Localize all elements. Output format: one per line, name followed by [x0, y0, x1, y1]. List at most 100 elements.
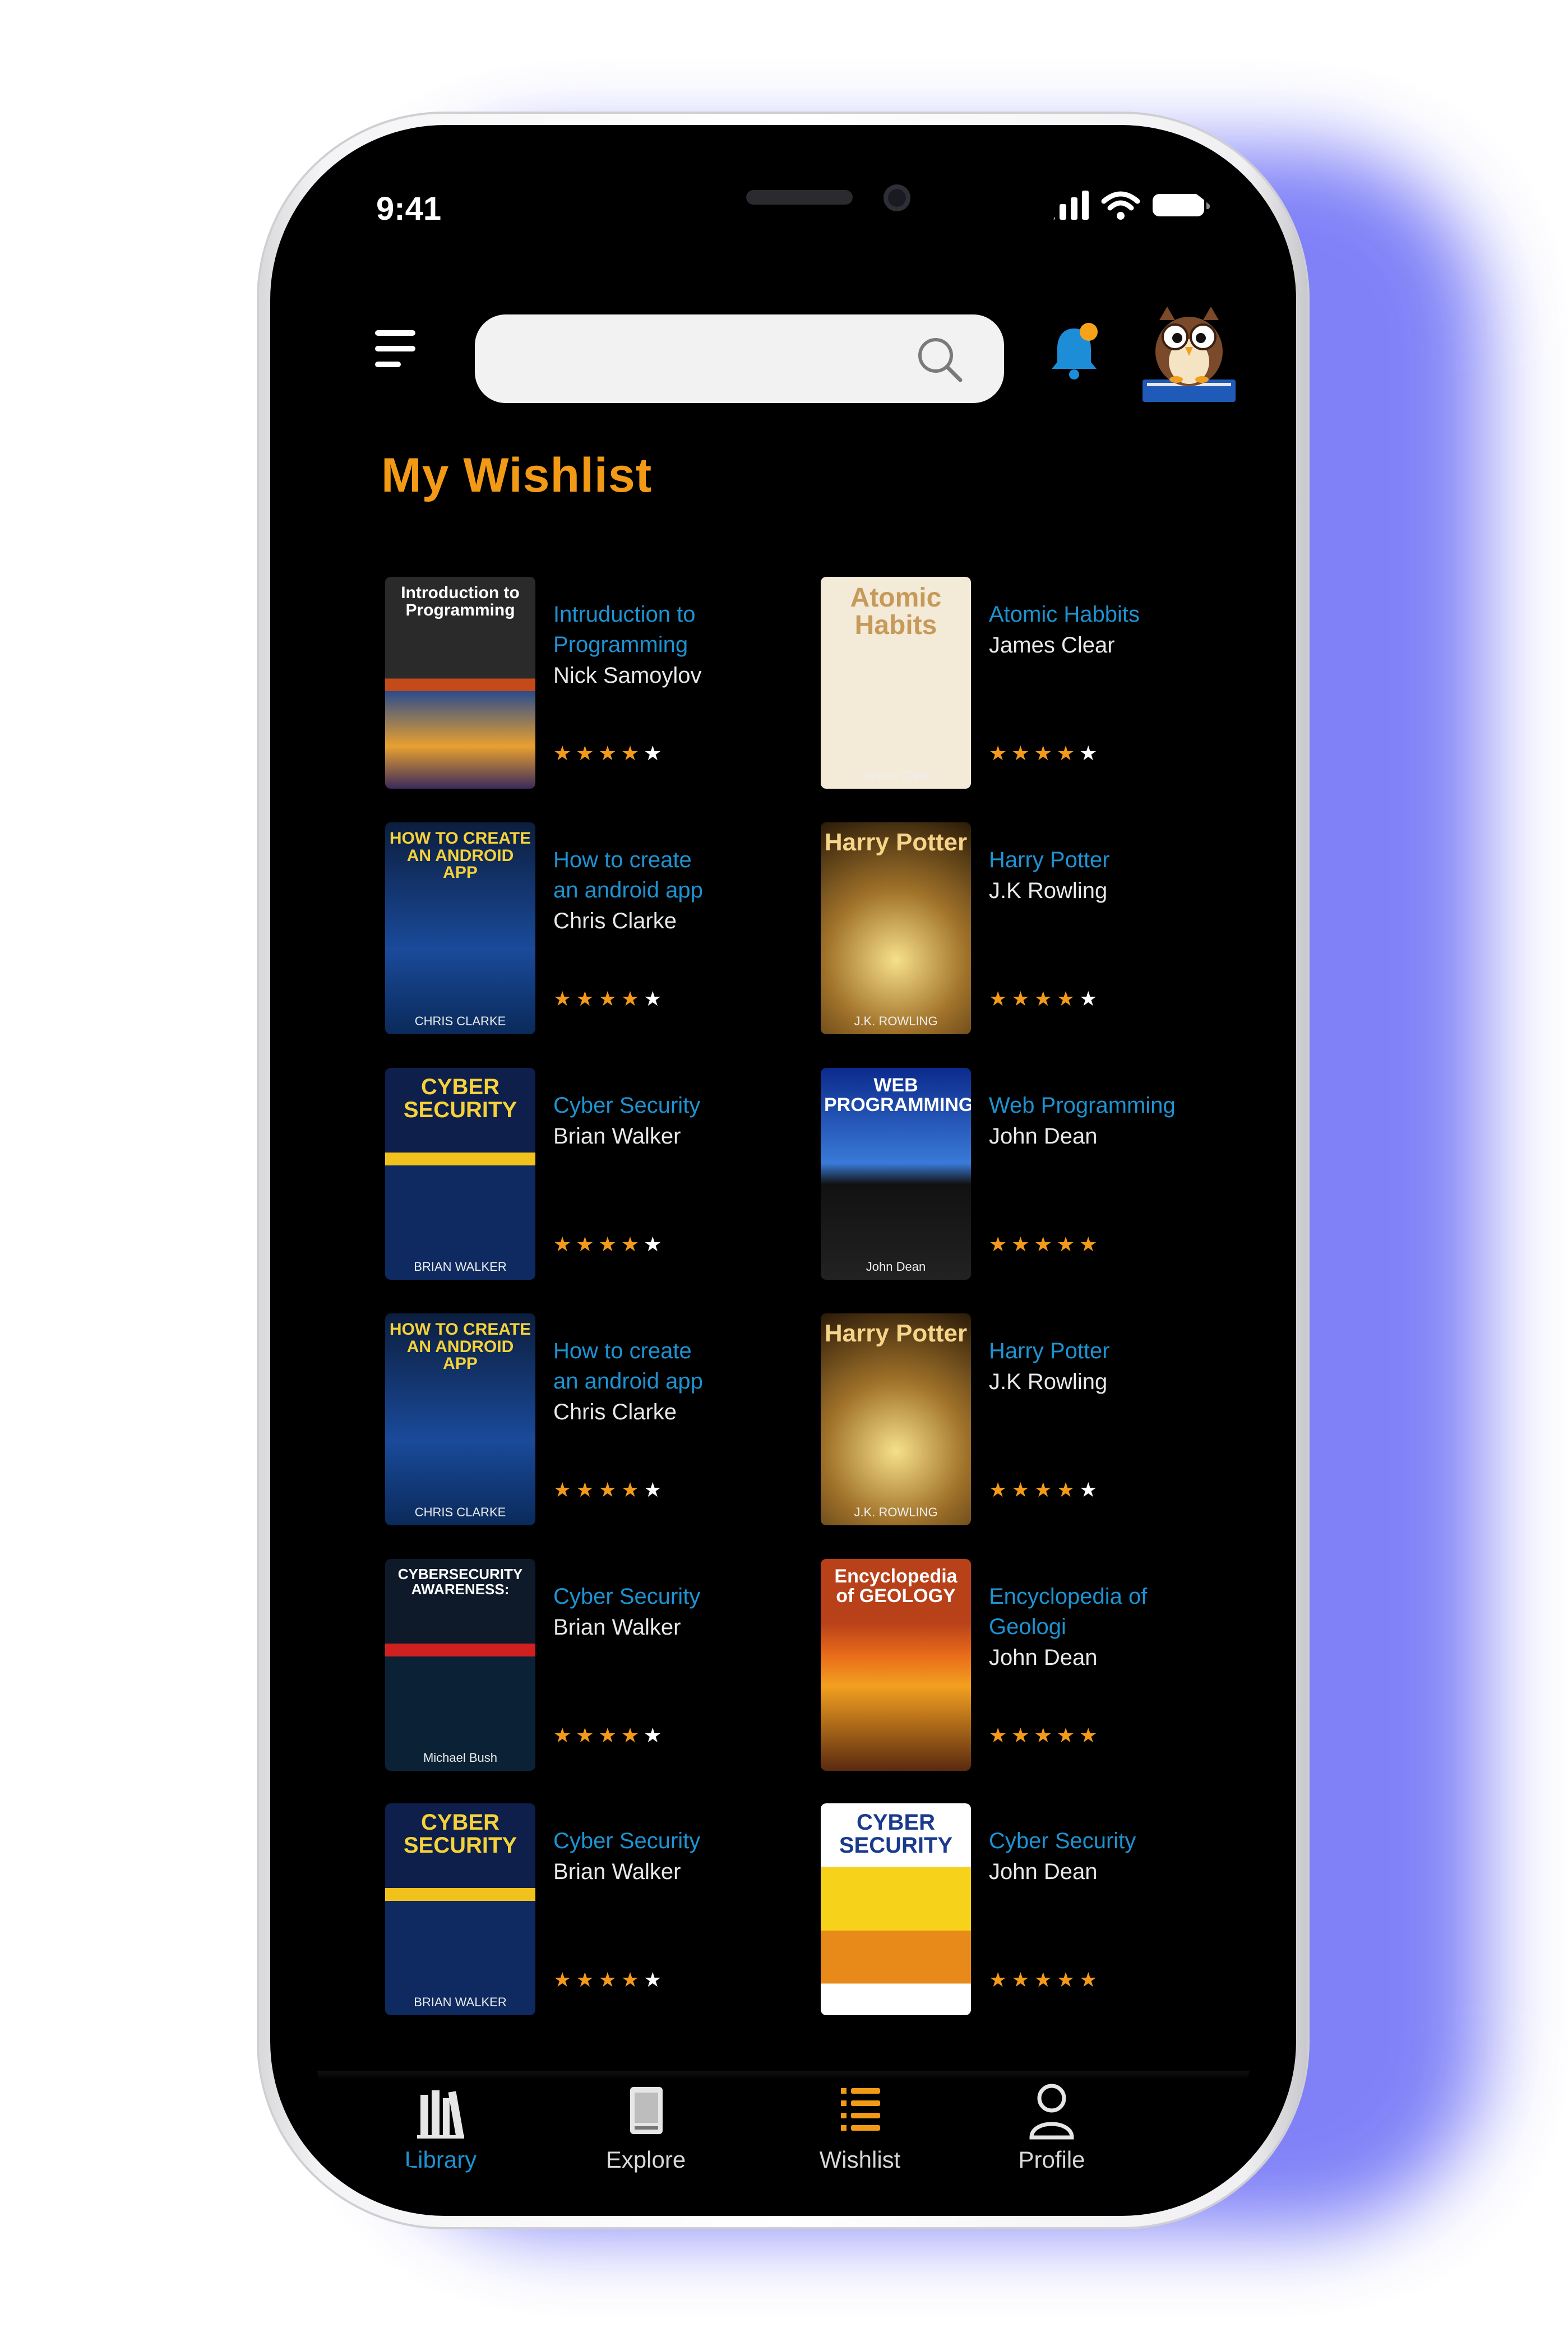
- book-title[interactable]: an android app: [553, 1366, 766, 1396]
- star-icon: ★: [644, 1233, 667, 1256]
- book-cover[interactable]: Atomic Habits James Clear: [821, 577, 971, 789]
- star-icon: ★: [553, 987, 576, 1010]
- book-item[interactable]: Harry Potter J.K. ROWLING Harry Potter J.K …: [821, 1313, 1185, 1526]
- search-icon[interactable]: [914, 334, 965, 385]
- book-title[interactable]: Geologi: [989, 1612, 1202, 1642]
- book-info: Intruduction to Programming Nick Samoylov: [553, 599, 766, 691]
- book-cover[interactable]: CYBER SECURITY: [821, 1803, 971, 2015]
- book-title[interactable]: an android app: [553, 875, 766, 905]
- book-title[interactable]: Intruduction to: [553, 599, 766, 630]
- menu-button[interactable]: [375, 330, 420, 369]
- book-info: Cyber Security Brian Walker: [553, 1581, 766, 1643]
- star-icon: ★: [621, 1233, 644, 1256]
- book-info: Cyber Security Brian Walker: [553, 1826, 766, 1887]
- book-item[interactable]: Harry Potter J.K. ROWLING Harry Potter J.K …: [821, 822, 1185, 1035]
- star-icon: ★: [553, 1233, 576, 1256]
- star-icon: ★: [598, 1233, 621, 1256]
- star-icon: ★: [1034, 742, 1057, 765]
- star-icon: ★: [621, 1478, 644, 1501]
- book-cover[interactable]: Harry Potter J.K. ROWLING: [821, 822, 971, 1034]
- book-item[interactable]: CYBER SECURITY BRIAN WALKER Cyber Security…: [385, 1803, 750, 2016]
- book-info: Harry Potter J.K Rowling: [989, 1336, 1202, 1397]
- book-cover[interactable]: CYBER SECURITY BRIAN WALKER: [385, 1068, 535, 1280]
- nav-tab-explore[interactable]: Explore: [579, 2079, 713, 2173]
- star-icon: ★: [644, 1724, 667, 1747]
- book-cover-author: Michael Bush: [423, 1751, 498, 1765]
- book-cover-title: CYBER SECURITY: [839, 1810, 953, 1858]
- book-cover-title: HOW TO CREATE AN ANDROID APP: [389, 829, 531, 882]
- book-title[interactable]: Harry Potter: [989, 1336, 1202, 1366]
- star-icon: ★: [989, 1478, 1012, 1501]
- book-title[interactable]: Web Programming: [989, 1090, 1202, 1121]
- star-icon: ★: [644, 987, 667, 1010]
- book-cover[interactable]: HOW TO CREATE AN ANDROID APP CHRIS CLARKE: [385, 822, 535, 1034]
- user-icon: [1029, 2084, 1074, 2140]
- star-icon: ★: [553, 1478, 576, 1501]
- book-author: James Clear: [989, 633, 1115, 658]
- book-item[interactable]: HOW TO CREATE AN ANDROID APP CHRIS CLARKE…: [385, 822, 750, 1035]
- search-bar[interactable]: [475, 314, 1004, 403]
- book-title[interactable]: How to create: [553, 845, 766, 875]
- star-icon: ★: [598, 742, 621, 765]
- book-author: Nick Samoylov: [553, 663, 702, 688]
- book-info: Atomic Habbits James Clear: [989, 599, 1202, 661]
- book-item[interactable]: CYBERSECURITY AWARENESS: Michael Bush Cybe…: [385, 1559, 750, 1772]
- nav-label-wishlist: Wishlist: [819, 2146, 901, 2173]
- star-icon: ★: [576, 742, 599, 765]
- star-icon: ★: [553, 742, 576, 765]
- notification-bell-icon[interactable]: [1047, 321, 1101, 380]
- book-item[interactable]: Atomic Habits James Clear Atomic Habbits Ja…: [821, 577, 1185, 790]
- book-item[interactable]: CYBER SECURITY BRIAN WALKER Cyber Security…: [385, 1068, 750, 1281]
- book-cover[interactable]: Encyclopedia of GEOLOGY: [821, 1559, 971, 1771]
- front-camera: [884, 184, 910, 211]
- book-title[interactable]: Cyber Security: [989, 1826, 1202, 1856]
- book-title[interactable]: Harry Potter: [989, 845, 1202, 875]
- search-input[interactable]: [497, 331, 914, 386]
- book-info: Web Programming John Dean: [989, 1090, 1202, 1152]
- book-title[interactable]: Programming: [553, 630, 766, 660]
- book-cover-author: John Dean: [866, 1260, 926, 1274]
- book-cover-title: Encyclopedia of GEOLOGY: [834, 1566, 958, 1607]
- owl-avatar[interactable]: [1136, 295, 1242, 408]
- book-item[interactable]: WEB PROGRAMMING John Dean Web Programming J…: [821, 1068, 1185, 1281]
- book-author: J.K Rowling: [989, 1369, 1108, 1394]
- star-icon: ★: [576, 987, 599, 1010]
- book-item[interactable]: CYBER SECURITY Cyber Security John Dean ★★★…: [821, 1803, 1185, 2016]
- book-title[interactable]: Cyber Security: [553, 1090, 766, 1121]
- book-title[interactable]: Encyclopedia of: [989, 1581, 1202, 1612]
- book-item[interactable]: HOW TO CREATE AN ANDROID APP CHRIS CLARKE…: [385, 1313, 750, 1526]
- star-rating: ★★★★★: [553, 1724, 666, 1747]
- book-item[interactable]: Encyclopedia of GEOLOGY Encyclopedia of Ge…: [821, 1559, 1185, 1772]
- nav-tab-profile[interactable]: Profile: [984, 2079, 1119, 2173]
- star-icon: ★: [1011, 1478, 1034, 1501]
- book-cover[interactable]: CYBER SECURITY BRIAN WALKER: [385, 1803, 535, 2015]
- book-cover[interactable]: Harry Potter J.K. ROWLING: [821, 1313, 971, 1525]
- book-cover-title: Introduction to Programming: [401, 584, 520, 619]
- nav-tab-wishlist[interactable]: Wishlist: [793, 2079, 927, 2173]
- book-title[interactable]: How to create: [553, 1336, 766, 1366]
- book-info: Cyber Security John Dean: [989, 1826, 1202, 1887]
- book-info: Encyclopedia of Geologi John Dean: [989, 1581, 1202, 1673]
- book-item[interactable]: Introduction to Programming Intruduction …: [385, 577, 750, 790]
- book-cover[interactable]: HOW TO CREATE AN ANDROID APP CHRIS CLARKE: [385, 1313, 535, 1525]
- book-author: John Dean: [989, 1124, 1098, 1149]
- book-title[interactable]: Cyber Security: [553, 1826, 766, 1856]
- book-cover[interactable]: Introduction to Programming: [385, 577, 535, 789]
- book-cover[interactable]: WEB PROGRAMMING John Dean: [821, 1068, 971, 1280]
- book-cover-title: Atomic Habits: [850, 583, 942, 640]
- book-icon: [630, 2087, 663, 2134]
- star-icon: ★: [1011, 1724, 1034, 1747]
- star-icon: ★: [989, 1968, 1012, 1991]
- book-cover-author: CHRIS CLARKE: [414, 1014, 506, 1028]
- app-screen: 9:41 My Wishlist Introduction to Program…: [312, 168, 1255, 2173]
- star-icon: ★: [1011, 1968, 1034, 1991]
- book-title[interactable]: Atomic Habbits: [989, 599, 1202, 630]
- star-icon: ★: [598, 1478, 621, 1501]
- book-cover[interactable]: CYBERSECURITY AWARENESS: Michael Bush: [385, 1559, 535, 1771]
- status-time: 9:41: [376, 191, 442, 227]
- star-rating: ★★★★★: [553, 1478, 666, 1502]
- book-title[interactable]: Cyber Security: [553, 1581, 766, 1612]
- speaker-grille: [746, 190, 853, 205]
- star-icon: ★: [576, 1478, 599, 1501]
- nav-tab-library[interactable]: Library: [373, 2079, 508, 2173]
